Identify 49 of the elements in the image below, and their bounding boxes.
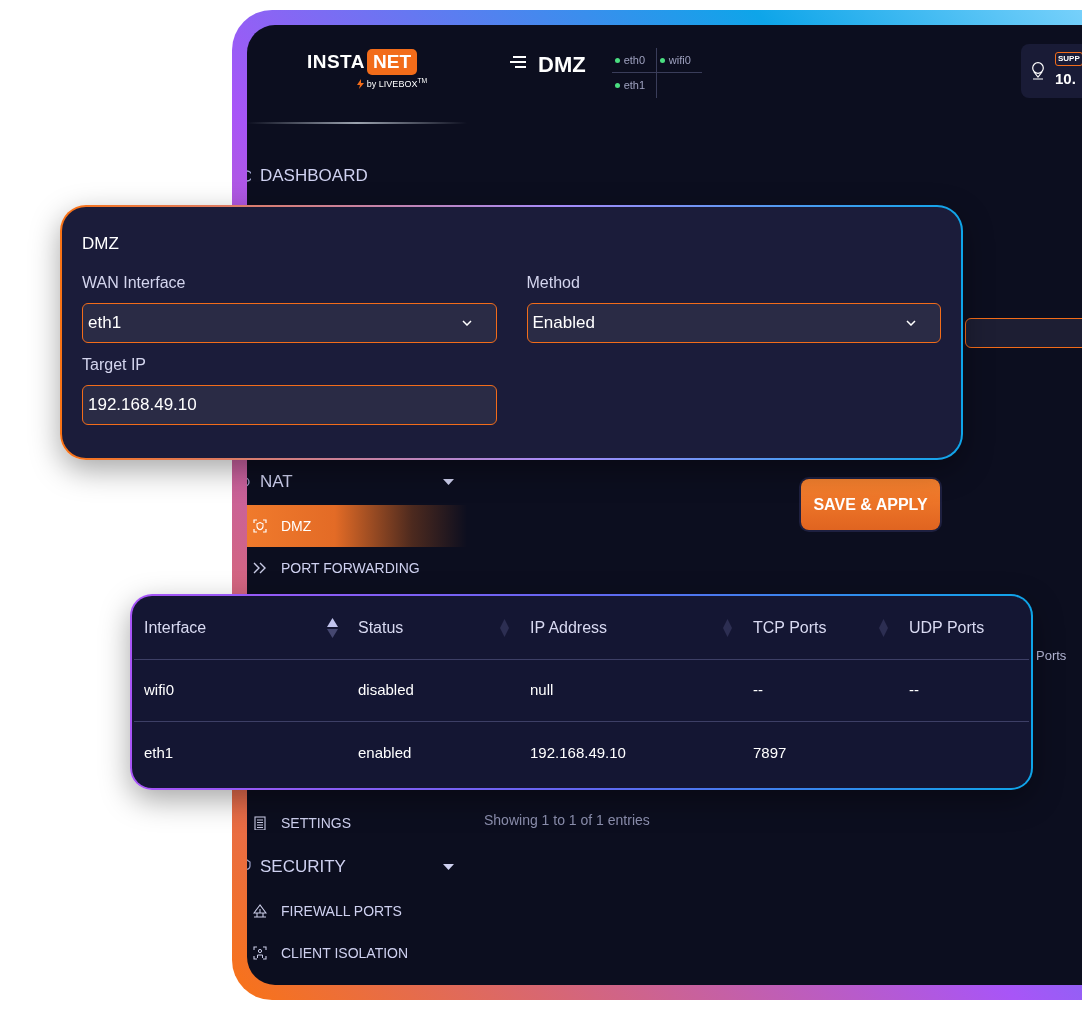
column-header[interactable]: Status	[358, 615, 404, 640]
menu-item[interactable]: CLIENT ISOLATION	[247, 932, 467, 974]
column-header: Ports	[1036, 647, 1067, 665]
table-cell-text: enabled	[358, 742, 412, 763]
menu-section[interactable]: DASHBOARD	[247, 155, 467, 197]
interface-label: eth1	[623, 78, 646, 94]
menu-item[interactable]: SETTINGS	[247, 802, 467, 844]
brand-tagline: by LIVEBOX$^{TM}$	[366, 77, 428, 91]
menu-section[interactable]: NAT	[247, 461, 467, 503]
table-cell-text: wifi0	[144, 680, 174, 701]
brand-badge: NET	[367, 49, 417, 76]
table-cell-text: null	[530, 680, 554, 701]
table-cell-text: eth1	[144, 742, 174, 763]
document-icon	[253, 816, 267, 830]
table-cell-text: 7897	[753, 742, 787, 763]
column-header[interactable]: IP Address	[530, 615, 608, 640]
ip-value: 10.	[1055, 68, 1076, 89]
location-pin-icon	[1031, 62, 1045, 80]
tent-icon	[253, 904, 267, 918]
table-cell-text: disabled	[358, 680, 414, 701]
interface-label: wifi0	[668, 52, 691, 68]
table-cell-text: --	[753, 680, 763, 701]
field-label: WAN Interface	[82, 272, 187, 293]
person-frame-icon	[253, 946, 267, 960]
column-header[interactable]: TCP Ports	[753, 615, 827, 640]
menu-section[interactable]: SECURITY	[247, 846, 467, 888]
dropdown[interactable]: eth1	[82, 302, 497, 343]
shield-scan-icon	[253, 519, 267, 533]
menu-item[interactable]: PORT FORWARDING	[247, 547, 467, 589]
menu-icon	[510, 56, 526, 68]
menu-item[interactable]: FIREWALL PORTS	[247, 890, 467, 932]
dropdown[interactable]: Enabled	[526, 302, 941, 343]
double-chevron-icon	[253, 561, 267, 575]
lightning-icon	[356, 79, 364, 90]
chevron-down-icon	[461, 319, 472, 326]
chevron-down-icon	[906, 319, 916, 326]
table-cell-text: 192.168.49.10	[530, 742, 626, 763]
input-field[interactable]: 192.168.49.10	[82, 384, 497, 425]
column-header[interactable]: UDP Ports	[909, 615, 985, 640]
table-cell-text: --	[909, 680, 919, 701]
entries-summary: Showing 1 to 1 of 1 entries	[484, 810, 650, 830]
page-title: DMZ	[538, 51, 586, 79]
field-label: Method	[526, 272, 581, 293]
ip-badge: SUPP	[1055, 51, 1082, 66]
form-title: DMZ	[82, 233, 120, 255]
column-header[interactable]: Interface	[144, 615, 207, 640]
brand-name: INSTA	[307, 50, 365, 74]
field-label: Target IP	[82, 354, 148, 375]
interface-label: eth0	[623, 52, 646, 68]
